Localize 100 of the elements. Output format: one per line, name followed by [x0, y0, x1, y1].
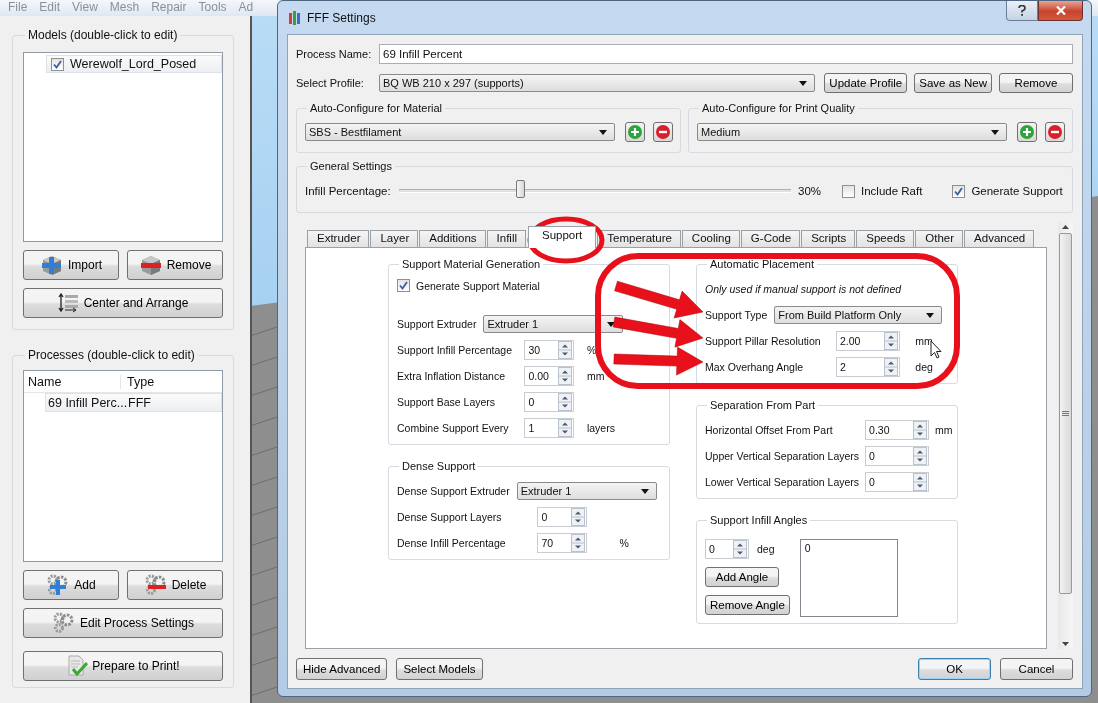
spin-arrows-icon	[558, 367, 573, 385]
dropdown[interactable]: SBS - Bestfilament	[305, 123, 615, 141]
tab[interactable]: Infill	[486, 230, 526, 247]
tab[interactable]: Extruder	[307, 230, 370, 247]
table-cell: FFF	[128, 395, 151, 410]
tab[interactable]: Speeds	[856, 230, 915, 247]
tab[interactable]: Other	[915, 230, 964, 247]
table-row[interactable]: 69 Infill Perc...FFF	[45, 393, 222, 412]
spin-box[interactable]: 0	[865, 472, 930, 492]
process-name-field[interactable]: 69 Infill Percent	[379, 44, 1073, 64]
grip-icon	[1062, 411, 1069, 416]
checkbox[interactable]	[397, 279, 410, 292]
spin-box[interactable]: 0.30	[865, 420, 930, 440]
scrollbar[interactable]	[1058, 222, 1073, 649]
panel-button[interactable]: Remove	[127, 250, 223, 280]
slider-value: 30%	[798, 185, 823, 197]
dropdown[interactable]: BQ WB 210 x 297 (supports)	[379, 74, 816, 92]
field-label: Extra Inflation Distance	[397, 369, 506, 384]
panel-button[interactable]: Edit Process Settings	[23, 608, 223, 638]
cube-plus-icon	[40, 254, 64, 276]
dialog-button[interactable]: OK	[918, 657, 991, 680]
caret-icon	[991, 129, 999, 135]
tab[interactable]: Layer	[370, 230, 419, 247]
panel-button[interactable]: Add	[23, 570, 119, 600]
gears-minus-icon	[143, 574, 168, 596]
column-header[interactable]: Type	[121, 374, 155, 389]
list-item[interactable]: 0	[804, 542, 811, 554]
tab[interactable]: Additions	[419, 230, 486, 247]
remove-button[interactable]	[1045, 122, 1065, 142]
checkbox[interactable]	[952, 184, 966, 198]
question-icon	[1018, 5, 1026, 16]
spin-box[interactable]: 0	[705, 539, 749, 559]
group-title: Automatic Placement	[709, 258, 815, 270]
spin-box[interactable]: 1	[524, 418, 575, 438]
group-title: Processes (double-click to edit)	[27, 348, 196, 362]
tab[interactable]: G-Code	[740, 230, 801, 247]
dialog-button[interactable]: Save as New	[914, 73, 992, 93]
unit-label: %	[586, 344, 598, 356]
dialog-button[interactable]: Select Models	[396, 657, 483, 680]
field-label: Support Infill Percentage	[397, 343, 513, 358]
help-button[interactable]	[1006, 1, 1038, 21]
tab[interactable]: Scripts	[801, 230, 856, 247]
close-button[interactable]	[1038, 1, 1083, 21]
dropdown[interactable]: From Build Platform Only	[774, 306, 943, 324]
dialog-button[interactable]: Hide Advanced	[296, 657, 388, 680]
field-label: Lower Vertical Separation Layers	[705, 475, 860, 490]
dialog-button[interactable]: Remove Angle	[705, 595, 790, 615]
tab[interactable]: Cooling	[681, 230, 740, 247]
panel-button[interactable]: Delete	[127, 570, 223, 600]
spin-box[interactable]: 0	[865, 446, 930, 466]
dropdown[interactable]: Extruder 1	[516, 482, 657, 500]
field-label: Support Pillar Resolution	[705, 334, 822, 349]
slider-thumb[interactable]	[515, 180, 525, 198]
spin-box[interactable]: 2.00	[835, 331, 900, 351]
cursor-icon	[930, 340, 942, 359]
tab[interactable]: Support	[528, 226, 597, 248]
scroll-up-icon	[1062, 225, 1069, 229]
panel-button[interactable]: Center and Arrange	[23, 288, 223, 318]
list-item[interactable]: Werewolf_Lord_Posed	[46, 55, 222, 73]
window-title: FFF Settings	[307, 10, 376, 25]
spin-box[interactable]: 0	[537, 507, 588, 527]
dialog-button[interactable]: Remove	[999, 73, 1073, 93]
dialog-button[interactable]: Cancel	[1000, 657, 1073, 680]
group-title: Models (double-click to edit)	[27, 28, 179, 42]
group-title: Dense Support	[401, 460, 477, 472]
dialog-button[interactable]: Update Profile	[824, 73, 908, 93]
spin-box[interactable]: 2	[835, 357, 900, 377]
dialog-button[interactable]: Add Angle	[705, 567, 779, 587]
spin-arrows-icon	[913, 473, 928, 491]
field-label: Combine Support Every	[397, 421, 510, 436]
spin-box[interactable]: 30	[524, 340, 575, 360]
checkbox[interactable]	[842, 184, 855, 198]
dropdown[interactable]: Extruder 1	[483, 315, 624, 333]
dropdown[interactable]: Medium	[697, 123, 1007, 141]
unit-label: deg	[757, 543, 775, 555]
spin-box[interactable]: 0.00	[524, 366, 575, 386]
gears-icon	[51, 612, 76, 634]
remove-button[interactable]	[653, 122, 673, 142]
checkbox[interactable]	[51, 57, 64, 71]
field-label: Dense Infill Percentage	[397, 536, 507, 551]
unit-label: layers	[586, 422, 616, 434]
panel-button[interactable]: Import	[23, 250, 119, 280]
field-label: Process Name:	[296, 48, 372, 60]
group-title: Auto-Configure for Print Quality	[701, 102, 856, 114]
spin-box[interactable]: 0	[524, 392, 575, 412]
spin-arrows-icon	[571, 534, 586, 552]
model-name: Werewolf_Lord_Posed	[70, 57, 197, 71]
arrange-icon	[57, 293, 80, 313]
panel-button[interactable]: Prepare to Print!	[23, 651, 223, 681]
tab[interactable]: Advanced	[964, 230, 1035, 247]
minus-icon	[1048, 125, 1062, 139]
minus-icon	[656, 125, 670, 139]
unit-label: mm	[586, 370, 606, 382]
field-label: Support Base Layers	[397, 395, 497, 410]
tab[interactable]: Temperature	[597, 230, 681, 247]
document-check-icon	[66, 655, 89, 677]
column-header[interactable]: Name	[24, 374, 121, 389]
add-button[interactable]	[625, 122, 645, 142]
spin-box[interactable]: 70	[537, 533, 588, 553]
add-button[interactable]	[1017, 122, 1037, 142]
